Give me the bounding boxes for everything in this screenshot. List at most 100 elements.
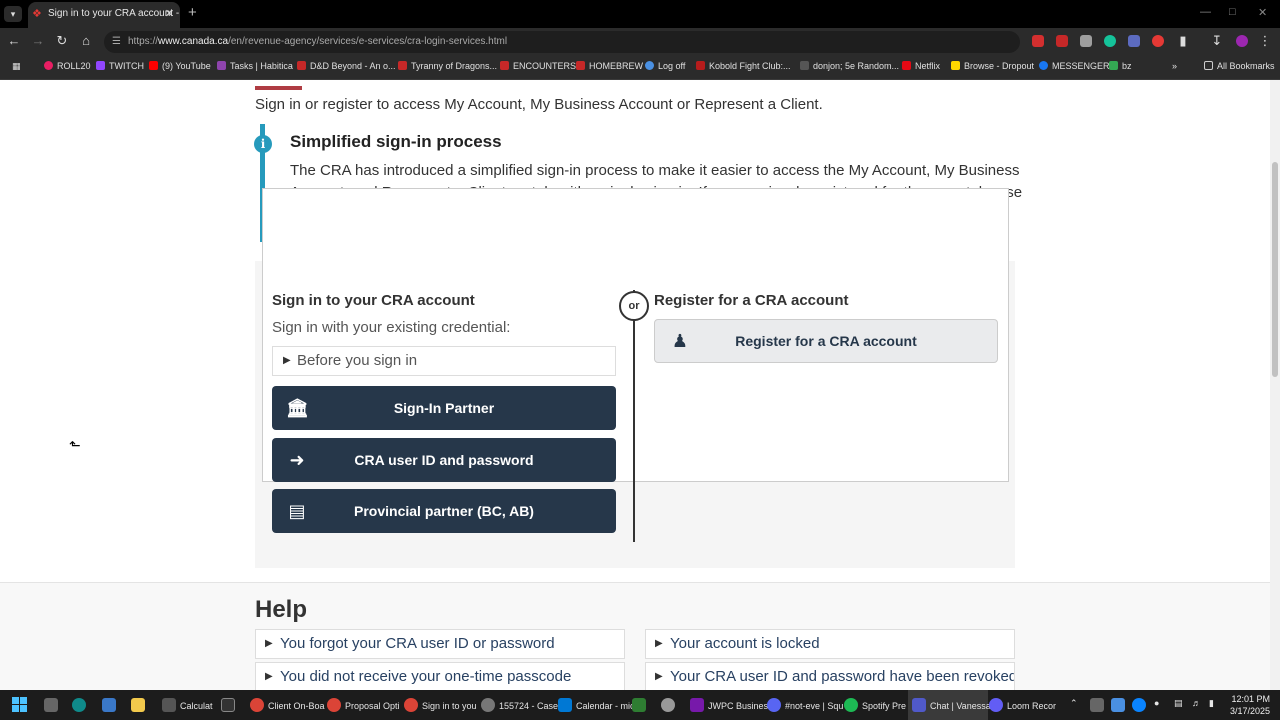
bookmark-favicon — [1039, 61, 1048, 70]
maximize-button[interactable]: □ — [1229, 6, 1236, 18]
help-no-passcode[interactable]: ▶ You did not receive your one-time passc… — [255, 662, 625, 692]
before-you-sign-in-toggle[interactable]: ▶ Before you sign in — [272, 346, 616, 376]
tab-title: Sign in to your CRA account - C — [48, 8, 180, 19]
taskbar-app[interactable]: Loom Recor — [989, 698, 1056, 712]
bookmark-item[interactable]: D&D Beyond - An o... — [297, 61, 396, 71]
intro-text: Sign in or register to access My Account… — [255, 96, 823, 113]
apps-grid-icon[interactable]: ▦ — [12, 61, 21, 72]
help-heading: Help — [255, 596, 308, 623]
taskbar-app-icon[interactable] — [632, 698, 650, 712]
bookmark-item[interactable]: ENCOUNTERS — [500, 61, 576, 71]
all-bookmarks[interactable]: All Bookmarks — [1204, 61, 1275, 71]
tab-search-button[interactable]: ▾ — [4, 6, 22, 22]
bookmark-item[interactable]: ROLL20 — [44, 61, 91, 71]
scrollbar-thumb[interactable] — [1272, 162, 1278, 377]
download-icon[interactable]: ↧ — [1209, 33, 1225, 49]
bookmark-favicon — [500, 61, 509, 70]
new-tab-button[interactable]: + — [188, 4, 197, 21]
page-scrollbar[interactable] — [1270, 80, 1280, 690]
taskbar-app[interactable]: Sign in to you — [404, 698, 477, 712]
bookmark-item[interactable]: Tasks | Habitica — [217, 61, 293, 71]
minimize-button[interactable]: — — [1200, 6, 1211, 18]
screen: ▾ ❖ Sign in to your CRA account - C ✕ + … — [0, 0, 1280, 720]
triangle-right-icon: ▶ — [265, 671, 273, 682]
clock-date: 3/17/2025 — [1229, 706, 1270, 716]
sign-in-partner-button[interactable]: 🏛 Sign-In Partner — [272, 386, 616, 430]
bookmark-favicon — [800, 61, 809, 70]
tray-icon[interactable] — [1111, 698, 1129, 712]
taskbar-app-icon[interactable] — [661, 698, 679, 712]
provincial-partner-button[interactable]: ▤ Provincial partner (BC, AB) — [272, 489, 616, 533]
reload-icon[interactable]: ↻ — [54, 33, 70, 49]
system-clock[interactable]: 12:01 PM 3/17/2025 — [1230, 693, 1270, 717]
onedrive-icon[interactable] — [1132, 698, 1150, 712]
windows-start-icon[interactable] — [12, 697, 28, 713]
extension-icon[interactable] — [1056, 35, 1068, 47]
taskbar-app[interactable]: Spotify Pre — [844, 698, 906, 712]
help-credentials-revoked[interactable]: ▶ Your CRA user ID and password have been… — [645, 662, 1015, 692]
sign-in-arrow-icon: ➜ — [289, 450, 305, 470]
register-button[interactable]: ♟ Register for a CRA account — [654, 319, 998, 363]
bookmark-item[interactable]: Tyranny of Dragons... — [398, 61, 497, 71]
extension-icon[interactable] — [1152, 35, 1164, 47]
bookmark-item[interactable]: Kobold Fight Club:... — [696, 61, 791, 71]
edge-icon[interactable] — [72, 698, 90, 712]
volume-icon[interactable]: ♬ — [1192, 698, 1201, 708]
profile-avatar[interactable] — [1236, 35, 1248, 47]
camera-extension-icon[interactable] — [1080, 35, 1092, 47]
or-badge: or — [619, 291, 649, 321]
task-view-icon[interactable] — [44, 698, 62, 712]
extensions-puzzle-icon[interactable]: ▮ — [1175, 33, 1191, 49]
triangle-right-icon: ▶ — [283, 355, 291, 366]
snip-icon[interactable] — [102, 698, 120, 712]
file-explorer-icon[interactable] — [131, 698, 149, 712]
taskbar-app[interactable]: #not-eve | Squ — [767, 698, 843, 712]
network-icon[interactable]: ▤ — [1174, 698, 1183, 709]
bookmark-item[interactable]: Netflix — [902, 61, 940, 71]
help-forgot-credentials[interactable]: ▶ You forgot your CRA user ID or password — [255, 629, 625, 659]
taskbar-app[interactable]: Calendar - mic — [558, 698, 635, 712]
extension-icon[interactable] — [1128, 35, 1140, 47]
menu-kebab-icon[interactable]: ⋮ — [1257, 33, 1273, 49]
taskbar-app[interactable]: Proposal Opti — [327, 698, 400, 712]
user-edit-icon: ♟ — [671, 331, 689, 351]
bookmark-favicon — [696, 61, 705, 70]
bookmarks-overflow-icon[interactable]: » — [1172, 61, 1177, 71]
taskbar-app[interactable]: Calculat — [162, 698, 213, 712]
microphone-icon[interactable]: ● — [1154, 698, 1159, 708]
taskbar-app[interactable]: Chat | Vanessa — [912, 698, 991, 712]
home-icon[interactable]: ⌂ — [78, 33, 94, 48]
terminal-icon[interactable] — [221, 698, 239, 712]
bookmarks-bar: ▦ ROLL20 TWITCH (9) YouTube Tasks | Habi… — [0, 56, 1280, 80]
cra-user-id-button[interactable]: ➜ CRA user ID and password — [272, 438, 616, 482]
forward-icon[interactable]: → — [30, 33, 46, 48]
grammarly-icon[interactable] — [1104, 35, 1116, 47]
bookmark-item[interactable]: (9) YouTube — [149, 61, 211, 71]
tray-overflow-icon[interactable]: ⌃ — [1070, 698, 1078, 709]
site-info-icon[interactable]: ☰ — [112, 31, 121, 53]
bookmark-item[interactable]: donjon; 5e Random... — [800, 61, 899, 71]
extension-icon[interactable] — [1032, 35, 1044, 47]
tray-icon[interactable] — [1090, 698, 1108, 712]
battery-icon[interactable]: ▮ — [1209, 698, 1214, 709]
bookmark-item[interactable]: Browse - Dropout — [951, 61, 1034, 71]
bookmark-item[interactable]: TWITCH — [96, 61, 144, 71]
taskbar-app[interactable]: 155724 - Case — [481, 698, 558, 712]
bookmark-item[interactable]: MESSENGER — [1039, 61, 1110, 71]
bookmark-item[interactable]: bz — [1109, 61, 1132, 71]
bookmark-item[interactable]: HOMEBREW — [576, 61, 643, 71]
mouse-cursor-icon: ⬑ — [69, 437, 81, 453]
taskbar-app[interactable]: JWPC Busines — [690, 698, 768, 712]
bookmark-favicon — [576, 61, 585, 70]
close-window-button[interactable]: ✕ — [1258, 6, 1267, 19]
bookmark-favicon — [96, 61, 105, 70]
triangle-right-icon: ▶ — [655, 638, 663, 649]
address-bar[interactable]: ☰ https://www.canada.ca/en/revenue-agenc… — [104, 31, 1020, 53]
bookmark-item[interactable]: Log off — [645, 61, 685, 71]
close-tab-icon[interactable]: ✕ — [165, 2, 174, 26]
help-account-locked[interactable]: ▶ Your account is locked — [645, 629, 1015, 659]
browser-tab-active[interactable]: ❖ Sign in to your CRA account - C ✕ — [28, 2, 180, 28]
or-divider-line — [633, 290, 635, 542]
back-icon[interactable]: ← — [6, 33, 22, 48]
taskbar-app[interactable]: Client On-Boa — [250, 698, 325, 712]
